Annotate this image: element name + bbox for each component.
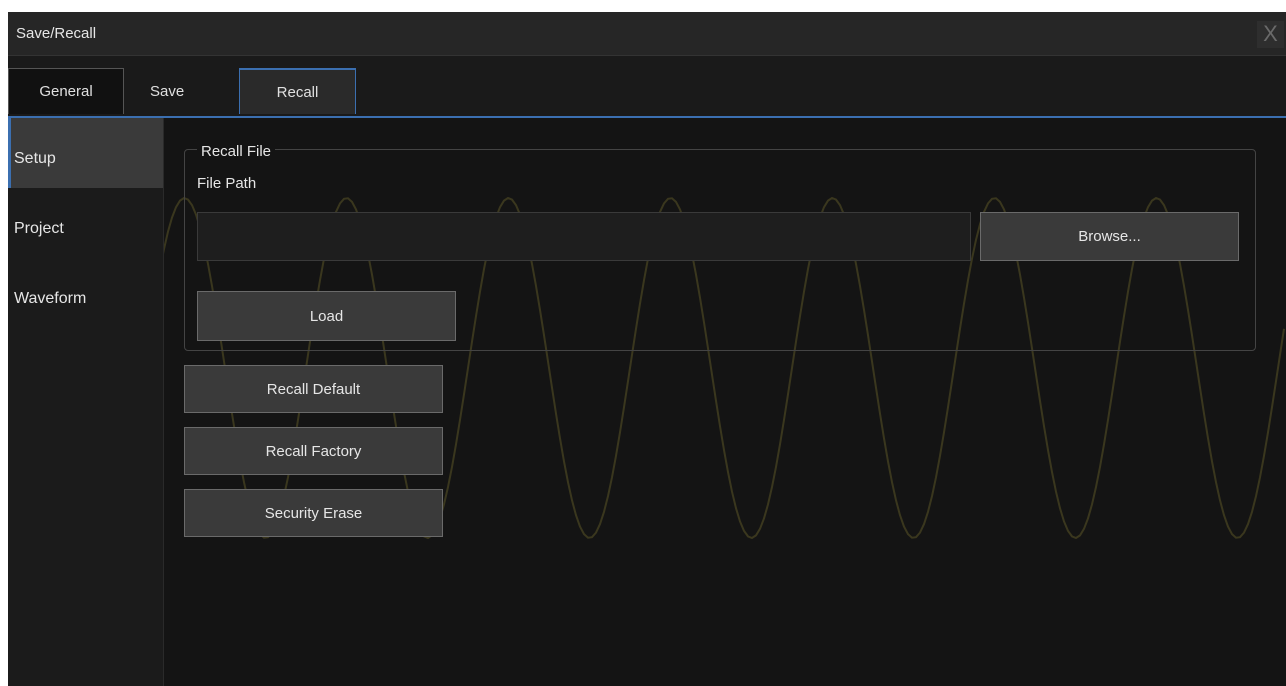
security-erase-button[interactable]: Security Erase <box>184 489 443 537</box>
sidebar: Setup Project Waveform <box>8 118 164 686</box>
sidebar-item-project[interactable]: Project <box>8 188 163 258</box>
tab-bar: General Save Recall <box>8 56 1286 118</box>
tab-recall[interactable]: Recall <box>239 68 356 114</box>
browse-button[interactable]: Browse... <box>980 212 1239 261</box>
close-icon[interactable]: X <box>1257 21 1284 48</box>
recall-setup-panel: Recall File File Path Browse... Load Rec… <box>164 118 1286 686</box>
recall-factory-button[interactable]: Recall Factory <box>184 427 443 475</box>
tab-save[interactable]: Save <box>150 68 200 114</box>
load-button[interactable]: Load <box>197 291 456 341</box>
title-bar: Save/Recall X <box>8 12 1286 56</box>
tab-general[interactable]: General <box>8 68 124 114</box>
sidebar-item-waveform[interactable]: Waveform <box>8 258 163 328</box>
recall-default-button[interactable]: Recall Default <box>184 365 443 413</box>
save-recall-dialog: Save/Recall X General Save Recall Setup … <box>8 12 1286 686</box>
file-path-label: File Path <box>197 175 257 192</box>
sidebar-item-setup[interactable]: Setup <box>8 118 163 188</box>
recall-file-legend: Recall File <box>197 143 276 160</box>
file-path-input[interactable] <box>197 212 971 261</box>
dialog-title: Save/Recall <box>16 25 97 42</box>
